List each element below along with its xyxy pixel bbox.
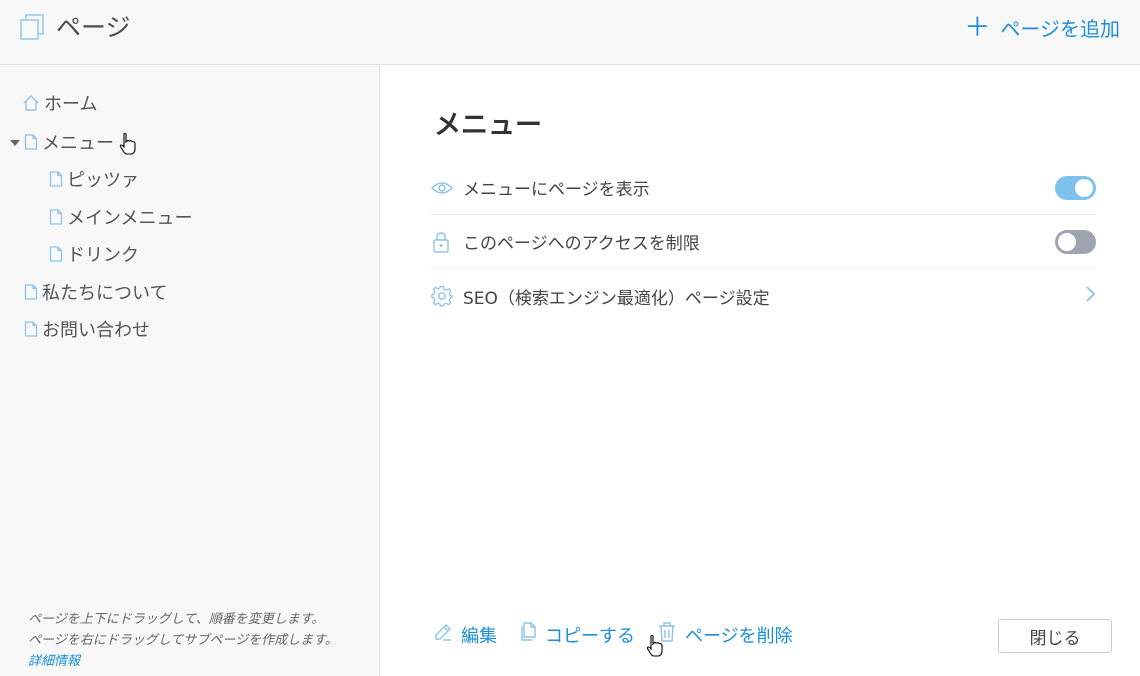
add-page-button[interactable]: ＋ ページを追加 (964, 13, 1120, 42)
page-icon (49, 171, 63, 187)
sidebar-item-label: ホーム (44, 94, 98, 115)
setting-label: メニューにページを表示 (463, 180, 650, 200)
add-page-label: ページを追加 (1000, 17, 1120, 41)
seo-settings-row[interactable]: SEO（検索エンジン最適化）ページ設定 (431, 269, 1096, 323)
page-icon (24, 321, 38, 337)
hint-line: ページを上下にドラッグして、順番を変更します。 (28, 612, 325, 627)
expand-caret-icon[interactable] (10, 140, 20, 146)
hint-line: ページを右にドラッグしてサブページを作成します。 (28, 633, 338, 648)
sidebar-item-label: 私たちについて (42, 283, 168, 304)
show-in-menu-toggle[interactable] (1055, 175, 1096, 200)
sidebar-item-about[interactable]: 私たちについて (24, 279, 167, 305)
lock-icon (431, 231, 455, 253)
page-icon (49, 246, 63, 262)
sidebar-item-label: メインメニュー (67, 208, 193, 229)
home-icon (22, 94, 40, 112)
chevron-right-icon (1084, 285, 1096, 307)
sidebar-item-label: お問い合わせ (42, 320, 150, 341)
sidebar-item-menu[interactable]: メニュー (24, 129, 114, 155)
restrict-access-row: このページへのアクセスを制限 (431, 215, 1096, 269)
drag-hint: ページを上下にドラッグして、順番を変更します。 ページを右にドラッグしてサブペー… (28, 609, 338, 672)
page-actions: 編集 コピーする ページを削除 (433, 621, 793, 648)
page-icon (24, 134, 38, 150)
header: ページ ＋ ページを追加 (0, 0, 1140, 65)
sidebar-item-label: ピッツァ (67, 170, 139, 191)
close-button[interactable]: 閉じる (998, 619, 1112, 653)
sidebar-item-label: ドリンク (67, 245, 139, 266)
copy-label: コピーする (545, 625, 635, 647)
sidebar-item-home[interactable]: ホーム (22, 90, 97, 116)
page-heading: メニュー (434, 110, 542, 141)
eye-icon (431, 180, 455, 196)
plus-icon: ＋ (964, 12, 991, 43)
hand-cursor-icon (645, 634, 665, 658)
delete-label: ページを削除 (685, 625, 793, 647)
delete-page-button[interactable]: ページを削除 (657, 621, 793, 648)
page-settings-panel: メニュー メニューにページを表示 このページへのアクセスを制限 SEO（検索エン… (381, 65, 1140, 676)
page-icon (49, 209, 63, 225)
sidebar-item-drinks[interactable]: ドリンク (49, 241, 139, 267)
sidebar-item-contact[interactable]: お問い合わせ (24, 316, 150, 342)
learn-more-link[interactable]: 詳細情報 (28, 654, 80, 669)
show-in-menu-row: メニューにページを表示 (431, 161, 1096, 215)
page-title: ページ (56, 13, 131, 42)
copy-button[interactable]: コピーする (519, 622, 635, 648)
copy-icon (519, 622, 537, 647)
pencil-icon (433, 622, 453, 647)
restrict-access-toggle[interactable] (1055, 229, 1096, 254)
sidebar-item-label: メニュー (42, 133, 114, 154)
sidebar: ホーム メニュー ピッツァ メインメニュー ドリンク 私たちについて お問い合わ… (0, 65, 380, 676)
gear-icon (431, 285, 455, 307)
edit-button[interactable]: 編集 (433, 622, 497, 648)
setting-label: このページへのアクセスを制限 (463, 234, 700, 254)
edit-label: 編集 (461, 625, 497, 647)
setting-label: SEO（検索エンジン最適化）ページ設定 (463, 288, 770, 309)
sidebar-item-pizza[interactable]: ピッツァ (49, 166, 139, 192)
hand-cursor-icon (118, 132, 138, 156)
page-icon (24, 284, 38, 300)
sidebar-item-main-menu[interactable]: メインメニュー (49, 204, 192, 230)
pages-icon (19, 14, 45, 40)
